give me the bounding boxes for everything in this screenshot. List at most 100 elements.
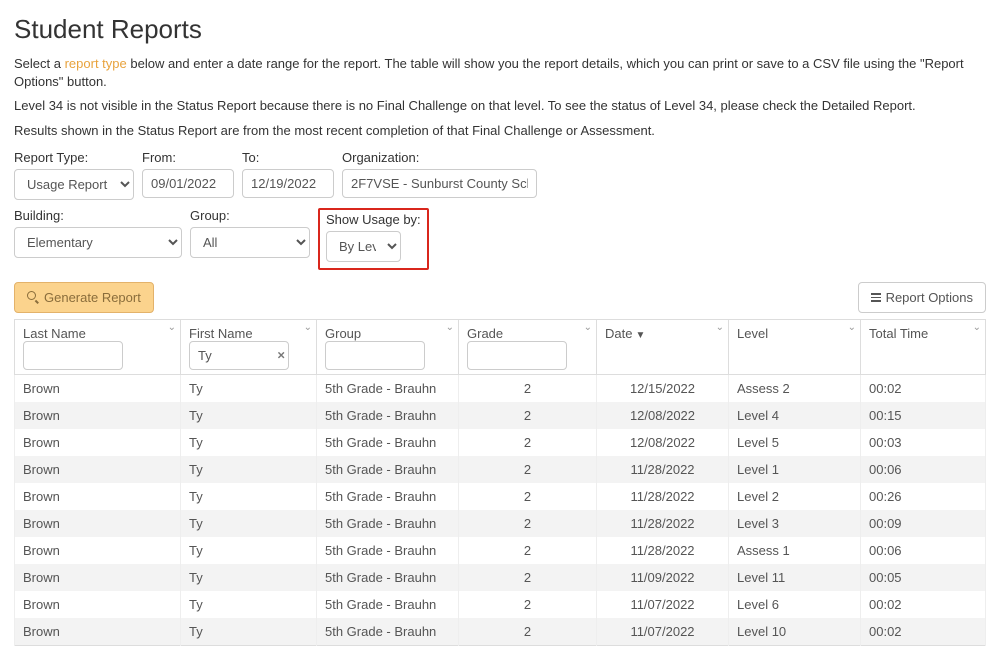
cell-date: 12/08/2022	[597, 402, 729, 429]
chevron-down-icon: ⌄	[584, 322, 592, 333]
table-row: BrownTy5th Grade - Brauhn211/07/2022Leve…	[15, 591, 986, 618]
cell-level: Level 10	[729, 618, 861, 646]
col-date[interactable]: ⌄ Date▼	[597, 319, 729, 374]
to-label: To:	[242, 150, 334, 165]
intro-line-2: Level 34 is not visible in the Status Re…	[14, 97, 986, 115]
cell-grade: 2	[459, 374, 597, 402]
cell-total: 00:02	[861, 591, 986, 618]
cell-first: Ty	[181, 618, 317, 646]
chevron-down-icon: ⌄	[973, 322, 981, 333]
search-icon	[27, 291, 39, 303]
cell-date: 11/07/2022	[597, 591, 729, 618]
cell-group: 5th Grade - Brauhn	[317, 591, 459, 618]
cell-last: Brown	[15, 564, 181, 591]
col-total-time[interactable]: ⌄ Total Time	[861, 319, 986, 374]
cell-grade: 2	[459, 402, 597, 429]
cell-date: 11/28/2022	[597, 456, 729, 483]
cell-group: 5th Grade - Brauhn	[317, 374, 459, 402]
generate-report-button[interactable]: Generate Report	[14, 282, 154, 313]
organization-label: Organization:	[342, 150, 537, 165]
cell-first: Ty	[181, 374, 317, 402]
col-group-label: Group	[325, 326, 361, 341]
filter-last-name[interactable]	[23, 341, 123, 370]
report-options-button[interactable]: Report Options	[858, 282, 986, 313]
table-row: BrownTy5th Grade - Brauhn211/28/2022Leve…	[15, 510, 986, 537]
cell-total: 00:06	[861, 456, 986, 483]
filter-grade[interactable]	[467, 341, 567, 370]
cell-total: 00:05	[861, 564, 986, 591]
cell-total: 00:15	[861, 402, 986, 429]
table-row: BrownTy5th Grade - Brauhn211/07/2022Leve…	[15, 618, 986, 646]
col-group[interactable]: ⌄ Group	[317, 319, 459, 374]
generate-report-label: Generate Report	[44, 290, 141, 305]
cell-last: Brown	[15, 618, 181, 646]
chevron-down-icon: ⌄	[848, 322, 856, 333]
building-label: Building:	[14, 208, 182, 223]
cell-group: 5th Grade - Brauhn	[317, 429, 459, 456]
filter-first-name[interactable]	[189, 341, 289, 370]
col-grade[interactable]: ⌄ Grade	[459, 319, 597, 374]
cell-total: 00:02	[861, 618, 986, 646]
col-grade-label: Grade	[467, 326, 503, 341]
table-body: BrownTy5th Grade - Brauhn212/15/2022Asse…	[15, 374, 986, 645]
to-date-input[interactable]	[242, 169, 334, 198]
cell-level: Level 2	[729, 483, 861, 510]
cell-level: Level 5	[729, 429, 861, 456]
show-usage-highlight: Show Usage by: By Level	[318, 208, 429, 270]
cell-last: Brown	[15, 429, 181, 456]
cell-level: Assess 2	[729, 374, 861, 402]
cell-level: Level 3	[729, 510, 861, 537]
show-usage-select[interactable]: By Level	[326, 231, 401, 262]
table-row: BrownTy5th Grade - Brauhn212/08/2022Leve…	[15, 402, 986, 429]
chevron-down-icon: ⌄	[716, 322, 724, 333]
clear-filter-icon[interactable]: ×	[277, 348, 285, 363]
col-first-name-label: First Name	[189, 326, 253, 341]
group-select[interactable]: All	[190, 227, 310, 258]
cell-date: 11/09/2022	[597, 564, 729, 591]
cell-first: Ty	[181, 402, 317, 429]
menu-icon	[871, 293, 881, 302]
col-last-name[interactable]: ⌄ Last Name	[15, 319, 181, 374]
col-date-label: Date	[605, 326, 632, 341]
cell-group: 5th Grade - Brauhn	[317, 456, 459, 483]
cell-group: 5th Grade - Brauhn	[317, 402, 459, 429]
cell-first: Ty	[181, 591, 317, 618]
cell-first: Ty	[181, 564, 317, 591]
cell-level: Level 4	[729, 402, 861, 429]
from-label: From:	[142, 150, 234, 165]
col-level[interactable]: ⌄ Level	[729, 319, 861, 374]
from-date-input[interactable]	[142, 169, 234, 198]
table-row: BrownTy5th Grade - Brauhn212/08/2022Leve…	[15, 429, 986, 456]
filter-row-1: Report Type: Usage Report From: To: Orga…	[14, 150, 986, 200]
table-row: BrownTy5th Grade - Brauhn211/28/2022Leve…	[15, 456, 986, 483]
organization-input[interactable]	[342, 169, 537, 198]
report-type-select[interactable]: Usage Report	[14, 169, 134, 200]
building-select[interactable]: Elementary	[14, 227, 182, 258]
intro-line-1: Select a report type below and enter a d…	[14, 55, 986, 91]
cell-date: 11/28/2022	[597, 510, 729, 537]
cell-level: Level 1	[729, 456, 861, 483]
col-first-name[interactable]: ⌄ First Name ×	[181, 319, 317, 374]
cell-total: 00:03	[861, 429, 986, 456]
cell-level: Level 6	[729, 591, 861, 618]
table-row: BrownTy5th Grade - Brauhn211/28/2022Leve…	[15, 483, 986, 510]
cell-grade: 2	[459, 483, 597, 510]
cell-level: Level 11	[729, 564, 861, 591]
cell-group: 5th Grade - Brauhn	[317, 564, 459, 591]
results-table: ⌄ Last Name ⌄ First Name × ⌄ Group ⌄ Gra…	[14, 319, 986, 646]
intro-text-a: Select a	[14, 56, 65, 71]
cell-last: Brown	[15, 402, 181, 429]
cell-date: 11/07/2022	[597, 618, 729, 646]
report-options-label: Report Options	[886, 290, 973, 305]
filter-group[interactable]	[325, 341, 425, 370]
cell-last: Brown	[15, 591, 181, 618]
cell-first: Ty	[181, 483, 317, 510]
report-type-label: Report Type:	[14, 150, 134, 165]
cell-grade: 2	[459, 510, 597, 537]
sort-desc-icon: ▼	[635, 330, 645, 341]
cell-total: 00:26	[861, 483, 986, 510]
cell-date: 11/28/2022	[597, 483, 729, 510]
intro-line-3: Results shown in the Status Report are f…	[14, 122, 986, 140]
chevron-down-icon: ⌄	[304, 322, 312, 333]
report-type-link[interactable]: report type	[65, 56, 127, 71]
